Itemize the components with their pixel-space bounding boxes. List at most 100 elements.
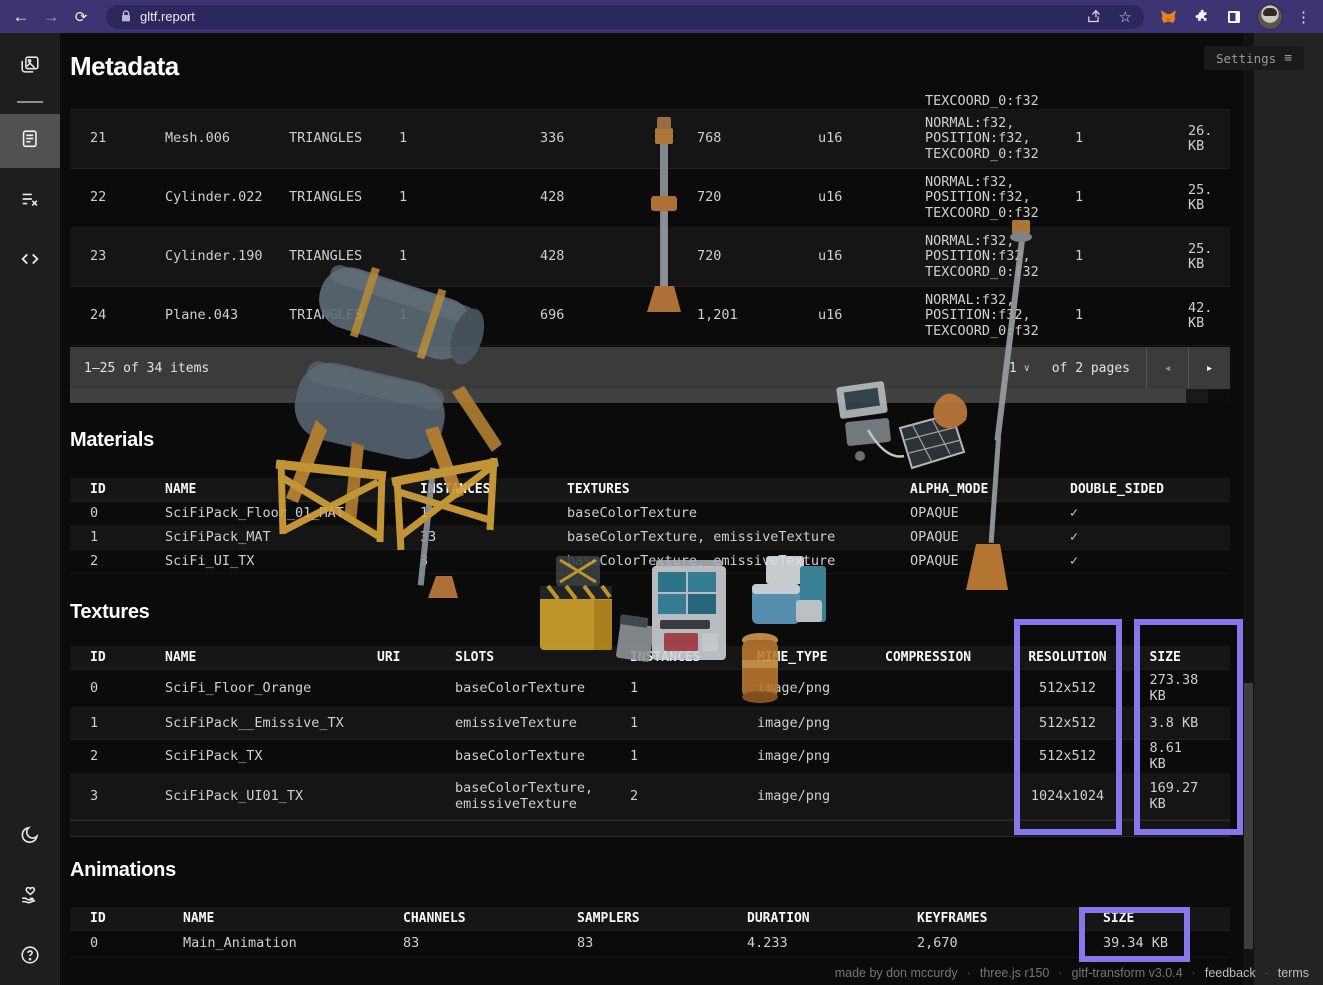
- share-icon[interactable]: [1085, 7, 1105, 27]
- mesh-instances-cell: 1: [1075, 190, 1153, 206]
- bookmark-star-icon[interactable]: ☆: [1119, 8, 1132, 26]
- material-instances-cell: 3: [420, 554, 567, 570]
- previous-page-button[interactable]: ◂: [1146, 347, 1188, 389]
- mesh-indices-type-cell: u16: [818, 190, 925, 206]
- browser-forward-button[interactable]: →: [36, 3, 66, 31]
- mesh-table-row: 24 Plane.043 TRIANGLES 1 696 1,201 u16 N…: [70, 287, 1230, 346]
- texture-mime-cell: image/png: [745, 749, 875, 765]
- textures-table-footer: [70, 820, 1230, 837]
- next-page-button[interactable]: ▸: [1188, 347, 1230, 389]
- material-row: 2 SciFi_UI_TX 3 baseColorTexture, emissi…: [70, 550, 1230, 574]
- mesh-indices-cell: 720: [697, 249, 818, 265]
- horizontal-scrollbar[interactable]: [70, 389, 1230, 403]
- texture-instances-cell: 1: [630, 716, 745, 732]
- mesh-row-partial: TEXCOORD_0:f32: [70, 90, 1230, 110]
- mesh-primitives-cell: 1: [399, 131, 540, 147]
- animation-name-cell: Main_Animation: [183, 936, 403, 952]
- texture-size-cell: 3.8 KB: [1121, 716, 1230, 732]
- extensions-puzzle-icon[interactable]: [1191, 7, 1211, 27]
- browser-reload-button[interactable]: ⟳: [66, 3, 96, 31]
- material-row: 0 SciFiPack_Floor_01_MAT 1 baseColorText…: [70, 502, 1230, 526]
- texture-name-cell: SciFiPack__Emissive_TX: [165, 716, 377, 732]
- metamask-extension-icon[interactable]: [1158, 7, 1178, 27]
- animation-size-cell: 39.34 KB: [1103, 936, 1230, 952]
- feedback-link[interactable]: feedback: [1205, 966, 1256, 980]
- animation-samplers-cell: 83: [577, 936, 747, 952]
- terms-link[interactable]: terms: [1278, 966, 1309, 980]
- vertical-scrollbar[interactable]: [1243, 33, 1254, 985]
- scrollbar-corner: [1208, 389, 1230, 403]
- meshes-pagination: 1–25 of 34 items 1 ∨ of 2 pages ◂ ▸: [70, 347, 1230, 389]
- column-header: COMPRESSION: [875, 650, 1014, 666]
- column-header: KEYFRAMES: [917, 911, 1103, 927]
- profile-avatar[interactable]: [1257, 4, 1283, 30]
- material-doublesided-cell: ✓: [1070, 506, 1230, 522]
- sidebar-item-help[interactable]: [0, 930, 60, 984]
- texture-id-cell: 1: [90, 716, 165, 732]
- settings-menu-icon: ≡: [1284, 51, 1292, 66]
- mesh-name-cell: Cylinder.190: [165, 249, 289, 265]
- column-header: RESOLUTION: [1014, 650, 1121, 666]
- texture-row: 1 SciFiPack__Emissive_TX emissiveTexture…: [70, 708, 1230, 740]
- chevron-down-icon: ∨: [1024, 363, 1030, 374]
- moon-icon: [19, 824, 41, 850]
- sidebar-item-report[interactable]: [0, 114, 60, 168]
- textures-section-title: Textures: [70, 601, 150, 624]
- material-doublesided-cell: ✓: [1070, 530, 1230, 546]
- side-panel-icon[interactable]: [1224, 7, 1244, 27]
- animation-duration-cell: 4.233: [747, 936, 917, 952]
- texture-name-cell: SciFiPack_UI01_TX: [165, 789, 377, 805]
- vertical-scrollbar-thumb[interactable]: [1244, 683, 1253, 949]
- material-instances-cell: 1: [420, 506, 567, 522]
- mesh-primitives-cell: 1: [399, 190, 540, 206]
- column-header: CHANNELS: [403, 911, 577, 927]
- donate-icon: [19, 884, 41, 910]
- textures-table: ID NAME URI SLOTS INSTANCES MIME_TYPE CO…: [70, 646, 1230, 837]
- browser-menu-icon[interactable]: ⋮: [1296, 8, 1311, 26]
- column-header: ID: [90, 911, 183, 927]
- horizontal-scrollbar-thumb[interactable]: [70, 389, 1186, 403]
- mesh-attributes-cell: NORMAL:f32, POSITION:f32, TEXCOORD_0:f32: [925, 293, 1075, 340]
- mesh-size-cell: 25. KB: [1153, 242, 1230, 273]
- sidebar-item-viewer[interactable]: [0, 40, 60, 94]
- sidebar-item-theme-toggle[interactable]: [0, 810, 60, 864]
- sidebar-item-script[interactable]: [0, 234, 60, 288]
- material-textures-cell: baseColorTexture, emissiveTexture: [567, 530, 910, 546]
- code-icon: [19, 248, 41, 274]
- textures-header-row: ID NAME URI SLOTS INSTANCES MIME_TYPE CO…: [70, 646, 1230, 670]
- validation-icon: [19, 188, 41, 214]
- sidebar-divider: [17, 101, 43, 103]
- animations-section-title: Animations: [70, 859, 176, 882]
- material-alpha-cell: OPAQUE: [910, 554, 1070, 570]
- mesh-indices-cell: 1,201: [697, 308, 818, 324]
- mesh-name-cell: Cylinder.022: [165, 190, 289, 206]
- texture-name-cell: SciFiPack_TX: [165, 749, 377, 765]
- sidebar: [0, 33, 60, 985]
- next-icon: ▸: [1206, 361, 1214, 376]
- texture-id-cell: 0: [90, 681, 165, 697]
- sidebar-item-donate[interactable]: [0, 870, 60, 924]
- column-header: SIZE: [1121, 650, 1230, 666]
- mesh-id-cell: 24: [90, 308, 165, 324]
- texture-slots-cell: baseColorTexture: [455, 681, 630, 697]
- sidebar-item-validation[interactable]: [0, 174, 60, 228]
- mesh-mode-cell: TRIANGLES: [289, 190, 399, 206]
- mesh-vertices-cell: 428: [540, 249, 697, 265]
- column-header: ID: [90, 650, 165, 666]
- material-name-cell: SciFiPack_Floor_01_MAT: [165, 506, 420, 522]
- texture-row: 0 SciFi_Floor_Orange baseColorTexture 1 …: [70, 670, 1230, 708]
- animations-table: ID NAME CHANNELS SAMPLERS DURATION KEYFR…: [70, 907, 1230, 958]
- mesh-indices-cell: 720: [697, 190, 818, 206]
- column-header: NAME: [183, 911, 403, 927]
- footer-threejs-version: three.js r150: [980, 966, 1049, 980]
- materials-header-row: ID NAME INSTANCES TEXTURES ALPHA_MODE DO…: [70, 478, 1230, 502]
- settings-button[interactable]: Settings ≡: [1204, 46, 1304, 70]
- browser-back-button[interactable]: ←: [6, 3, 36, 31]
- column-header: DOUBLE_SIDED: [1070, 482, 1230, 498]
- page-select-dropdown[interactable]: 1 ∨: [1009, 361, 1030, 376]
- material-id-cell: 2: [90, 554, 165, 570]
- animation-id-cell: 0: [90, 936, 183, 952]
- mesh-attributes-cell: NORMAL:f32, POSITION:f32, TEXCOORD_0:f32: [925, 116, 1075, 163]
- address-bar[interactable]: gltf.report ☆: [106, 5, 1144, 29]
- mesh-attributes-cell: NORMAL:f32, POSITION:f32, TEXCOORD_0:f32: [925, 234, 1075, 281]
